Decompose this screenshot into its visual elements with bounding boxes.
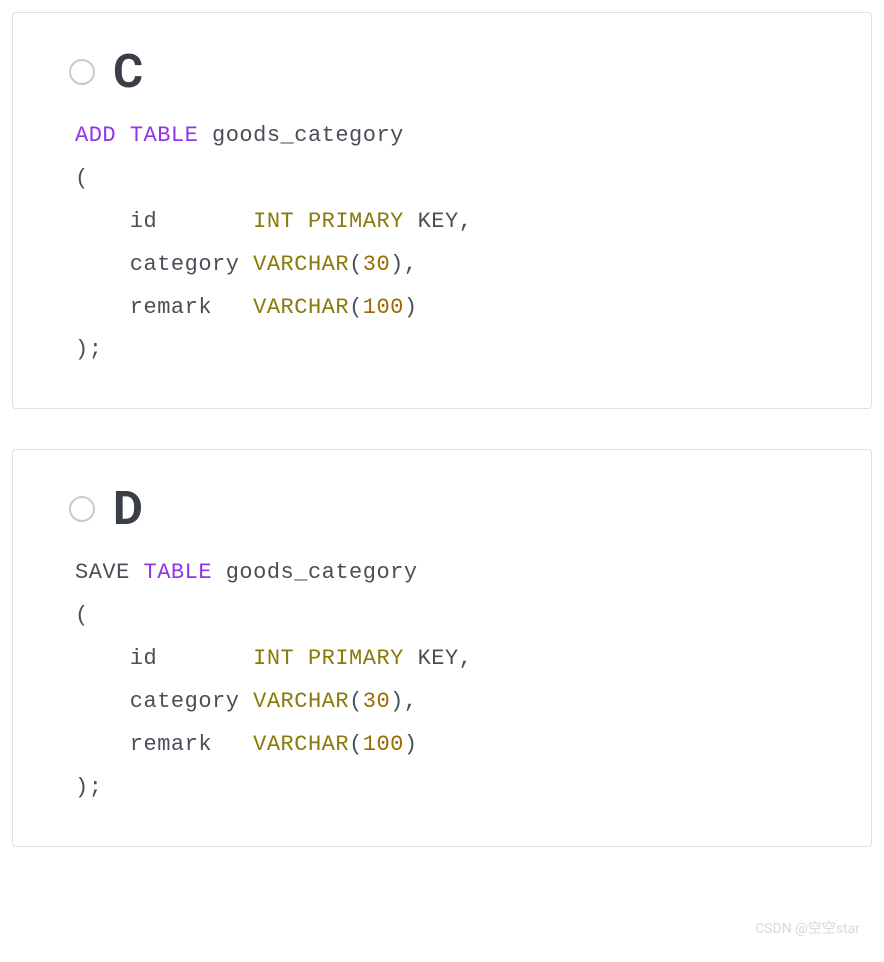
paren: ( xyxy=(349,295,363,320)
kw-add: ADD xyxy=(75,123,116,148)
radio-circle-icon[interactable] xyxy=(69,59,95,85)
col-id: id xyxy=(75,209,253,234)
kw-varchar: VARCHAR xyxy=(253,295,349,320)
paren: ) xyxy=(404,295,418,320)
paren: ( xyxy=(349,689,363,714)
kw-int: INT xyxy=(253,646,294,671)
kw-primary: PRIMARY xyxy=(308,646,404,671)
kw-table: TABLE xyxy=(130,123,199,148)
kw-varchar: VARCHAR xyxy=(253,689,349,714)
option-d-code: SAVE TABLE goods_category ( id INT PRIMA… xyxy=(75,552,831,809)
option-d-card[interactable]: D SAVE TABLE goods_category ( id INT PRI… xyxy=(12,449,872,846)
paren: ( xyxy=(75,603,89,628)
kw-table: TABLE xyxy=(144,560,213,585)
kw-int: INT xyxy=(253,209,294,234)
col-category: category xyxy=(75,252,253,277)
paren: ) xyxy=(390,689,404,714)
kw-varchar: VARCHAR xyxy=(253,252,349,277)
col-remark: remark xyxy=(75,732,253,757)
col-remark: remark xyxy=(75,295,253,320)
num-30: 30 xyxy=(363,252,390,277)
comma: , xyxy=(459,209,473,234)
kw-primary: PRIMARY xyxy=(308,209,404,234)
comma: , xyxy=(404,689,418,714)
kw-save: SAVE xyxy=(75,560,144,585)
paren: ( xyxy=(349,732,363,757)
ident: goods_category xyxy=(198,123,404,148)
col-id: id xyxy=(75,646,253,671)
option-d-letter: D xyxy=(113,486,143,532)
option-c-code: ADD TABLE goods_category ( id INT PRIMAR… xyxy=(75,115,831,372)
close: ); xyxy=(75,337,102,362)
num-100: 100 xyxy=(363,295,404,320)
paren: ) xyxy=(404,732,418,757)
option-c-letter: C xyxy=(113,49,143,95)
option-c-card[interactable]: C ADD TABLE goods_category ( id INT PRIM… xyxy=(12,12,872,409)
num-30: 30 xyxy=(363,689,390,714)
close: ); xyxy=(75,775,102,800)
paren: ) xyxy=(390,252,404,277)
paren: ( xyxy=(75,166,89,191)
paren: ( xyxy=(349,252,363,277)
ident: goods_category xyxy=(212,560,418,585)
kw-key: KEY xyxy=(404,209,459,234)
radio-circle-icon[interactable] xyxy=(69,496,95,522)
col-category: category xyxy=(75,689,253,714)
option-c-header: C xyxy=(69,49,831,95)
kw-key: KEY xyxy=(404,646,459,671)
comma: , xyxy=(404,252,418,277)
comma: , xyxy=(459,646,473,671)
kw-varchar: VARCHAR xyxy=(253,732,349,757)
option-d-header: D xyxy=(69,486,831,532)
num-100: 100 xyxy=(363,732,404,757)
watermark: CSDN @空空star xyxy=(755,918,860,938)
